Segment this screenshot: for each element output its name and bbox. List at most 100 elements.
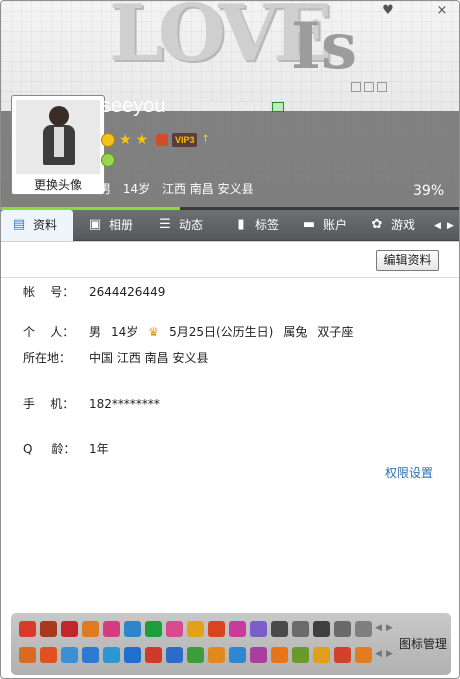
card-icon: ▤: [12, 217, 26, 232]
icons-next-icon[interactable]: ▶: [386, 623, 393, 633]
feature-icon[interactable]: [19, 647, 36, 663]
gender: 男: [99, 182, 112, 196]
location-row: 所在地： 中国 江西 南昌 安义县: [23, 349, 218, 366]
avatar[interactable]: 更换头像: [11, 95, 105, 195]
personal-label: 个 人：: [23, 325, 75, 339]
icon-row-2: [19, 647, 376, 665]
phone-label: 手 机：: [23, 397, 75, 411]
crown-icon: ♛: [148, 325, 160, 339]
feature-icon[interactable]: [208, 621, 225, 637]
tab-next-icon[interactable]: ▶: [447, 221, 454, 231]
profile-header: LOVE Is ♥ × 更换头像 seeyou 2644426449 ★ ★ VI…: [1, 1, 459, 207]
completion-percent: 39%: [413, 183, 445, 199]
feature-icon[interactable]: [82, 621, 99, 637]
feature-icon[interactable]: [355, 621, 372, 637]
icons-prev-icon[interactable]: ◀: [375, 623, 382, 633]
feature-icon[interactable]: [271, 647, 288, 663]
album-icon: ▣: [88, 217, 102, 232]
star-sign: 双子座: [317, 325, 354, 339]
location-value: 中国 江西 南昌 安义县: [89, 351, 209, 365]
feature-icon[interactable]: [61, 647, 78, 663]
feature-icon[interactable]: [82, 647, 99, 663]
tab-profile[interactable]: ▤ 资料: [1, 210, 73, 241]
feature-icon[interactable]: [61, 621, 78, 637]
feature-icon[interactable]: [40, 647, 57, 663]
feature-icon[interactable]: [103, 647, 120, 663]
tab-feed[interactable]: ☰ 动态: [147, 210, 217, 241]
edit-profile-button[interactable]: 编辑资料: [376, 250, 439, 271]
tab-account[interactable]: ▬ 账户: [291, 210, 361, 241]
feature-icon[interactable]: [166, 621, 183, 637]
qq-number: 2644426449: [193, 100, 270, 114]
bookmark-icon: ▮: [237, 217, 245, 232]
feature-icon[interactable]: [229, 647, 246, 663]
basic-info: 男 14岁 江西 南昌 安义县: [99, 180, 262, 197]
feature-icon[interactable]: [124, 647, 141, 663]
feature-icon[interactable]: [187, 647, 204, 663]
account-row: 帐 号： 2644426449: [23, 283, 175, 300]
feature-icon[interactable]: [334, 647, 351, 663]
personal-age: 14岁: [111, 325, 139, 339]
feature-icon[interactable]: [124, 621, 141, 637]
sun-level-icon: [101, 132, 115, 147]
feature-icon[interactable]: [271, 621, 288, 637]
member-card-icon[interactable]: [272, 102, 284, 112]
feature-icon[interactable]: [145, 621, 162, 637]
qq-age-label: Q 龄：: [23, 442, 76, 456]
icon-tray: ◀ ▶ ◀ ▶ 图标管理: [11, 613, 451, 675]
icons-next-icon[interactable]: ▶: [386, 649, 393, 659]
change-avatar-button[interactable]: 更换头像: [12, 176, 104, 193]
feature-icon[interactable]: [187, 621, 204, 637]
feature-icon[interactable]: [208, 647, 225, 663]
phone-value: 182********: [89, 397, 160, 411]
tab-album[interactable]: ▣ 相册: [77, 210, 147, 241]
star-level-icon: ★: [119, 131, 132, 148]
vip-icon[interactable]: [155, 133, 168, 146]
star-level-icon: ★: [135, 131, 149, 148]
personal-gender: 男: [89, 325, 102, 339]
feature-icon[interactable]: [103, 621, 120, 637]
feature-icon[interactable]: [145, 647, 162, 663]
icon-manage-button[interactable]: 图标管理: [399, 635, 447, 652]
feature-icon[interactable]: [334, 621, 351, 637]
feature-icon[interactable]: [40, 621, 57, 637]
feature-icon[interactable]: [313, 621, 330, 637]
feature-icon[interactable]: [292, 621, 309, 637]
feature-icon[interactable]: [292, 647, 309, 663]
feature-icon[interactable]: [19, 621, 36, 637]
game-icon: ✿: [371, 217, 383, 232]
nickname: seeyou: [101, 95, 166, 117]
location: 江西 南昌 安义县: [161, 182, 254, 196]
skin-icon[interactable]: ♥: [381, 4, 395, 18]
personal-row: 个 人： 男 14岁 ♛ 5月25日(公历生日) 属兔 双子座: [23, 323, 363, 340]
feature-icon[interactable]: [250, 621, 267, 637]
tab-prev-icon[interactable]: ◀: [434, 221, 441, 231]
location-label: 所在地：: [23, 351, 72, 365]
close-icon[interactable]: ×: [435, 4, 449, 18]
qq-age-row: Q 龄： 1年: [23, 440, 119, 457]
feature-icon[interactable]: [355, 647, 372, 663]
level-badges: ★ ★ VIP3 ↑: [101, 132, 214, 148]
birthday: 5月25日(公历生日): [169, 325, 274, 339]
header-decor-text-2: Is: [291, 9, 357, 84]
feature-icon[interactable]: [313, 647, 330, 663]
account-value: 2644426449: [89, 285, 166, 299]
avatar-photo: [16, 100, 100, 174]
account-label: 帐 号：: [23, 285, 75, 299]
divider: [1, 277, 459, 278]
profile-window: LOVE Is ♥ × 更换头像 seeyou 2644426449 ★ ★ VI…: [0, 0, 460, 679]
icon-row-1: [19, 621, 376, 639]
feature-icon[interactable]: [250, 647, 267, 663]
icons-prev-icon[interactable]: ◀: [375, 649, 382, 659]
wallet-icon: ▬: [302, 217, 316, 232]
feature-icon[interactable]: [166, 647, 183, 663]
age: 14岁: [122, 182, 151, 196]
permission-settings-link[interactable]: 权限设置: [385, 464, 433, 481]
profile-content: 编辑资料 帐 号： 2644426449 个 人： 男 14岁 ♛ 5月25日(公历生日)…: [1, 241, 459, 611]
vip-badge[interactable]: VIP3: [171, 132, 198, 147]
tab-tags[interactable]: ▮ 标签: [223, 210, 293, 241]
qq-age-value: 1年: [89, 442, 109, 456]
tab-games[interactable]: ✿ 游戏: [359, 210, 429, 241]
feature-icon[interactable]: [229, 621, 246, 637]
header-decor-squares: [351, 81, 390, 95]
